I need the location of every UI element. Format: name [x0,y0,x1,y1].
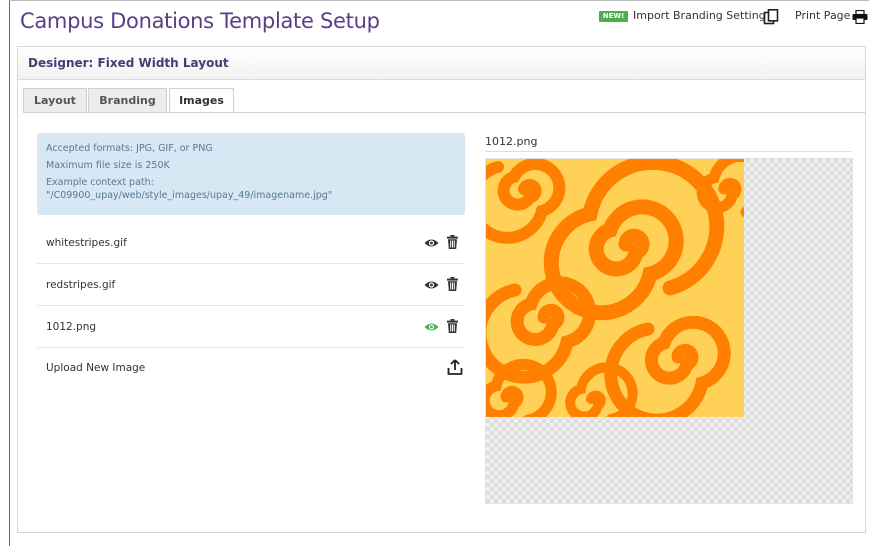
images-tab-content: Accepted formats: JPG, GIF, or PNG Maxim… [23,112,865,523]
tab-branding[interactable]: Branding [88,88,167,112]
upload-info-box: Accepted formats: JPG, GIF, or PNG Maxim… [37,133,465,215]
upload-new-image-row[interactable]: Upload New Image [37,351,465,391]
new-badge: NEW! [599,11,628,22]
info-max-size: Maximum file size is 250K [46,160,170,171]
designer-header: Designer: Fixed Width Layout [18,47,865,80]
print-page-link[interactable]: Print Page [795,9,850,22]
eye-icon[interactable] [424,322,439,332]
window-left-border [9,0,10,546]
upload-icon[interactable] [447,359,463,375]
tab-layout[interactable]: Layout [23,88,87,112]
designer-panel: Designer: Fixed Width Layout Layout Bran… [17,46,866,533]
printer-icon[interactable] [852,10,868,24]
image-name: redstripes.gif [46,279,116,291]
eye-icon[interactable] [424,280,439,290]
trash-icon[interactable] [447,319,458,333]
window-top-border [9,0,869,1]
list-item: 1012.png [37,307,465,348]
image-preview-area [485,158,853,504]
preview-swirl-image [486,159,744,417]
image-name: 1012.png [46,321,97,333]
list-item: whitestripes.gif [37,223,465,264]
eye-icon[interactable] [424,238,439,248]
image-name: whitestripes.gif [46,237,127,249]
page-title: Campus Donations Template Setup [20,9,380,33]
tab-images[interactable]: Images [169,88,234,113]
info-accepted-formats: Accepted formats: JPG, GIF, or PNG [46,143,213,154]
trash-icon[interactable] [447,277,458,291]
copy-icon[interactable] [763,9,779,25]
designer-title: Designer: Fixed Width Layout [28,56,229,70]
preview-title: 1012.png [485,135,538,148]
upload-new-image-label[interactable]: Upload New Image [46,362,145,374]
preview-divider [485,151,851,152]
trash-icon[interactable] [447,235,458,249]
import-branding-settings-link[interactable]: Import Branding Settings [633,9,771,22]
app-window: Campus Donations Template Setup NEW! Imp… [0,0,869,546]
info-context-path: "/C09900_upay/web/style_images/upay_49/i… [46,190,333,201]
list-item: redstripes.gif [37,265,465,306]
info-context-path-label: Example context path: [46,177,154,188]
